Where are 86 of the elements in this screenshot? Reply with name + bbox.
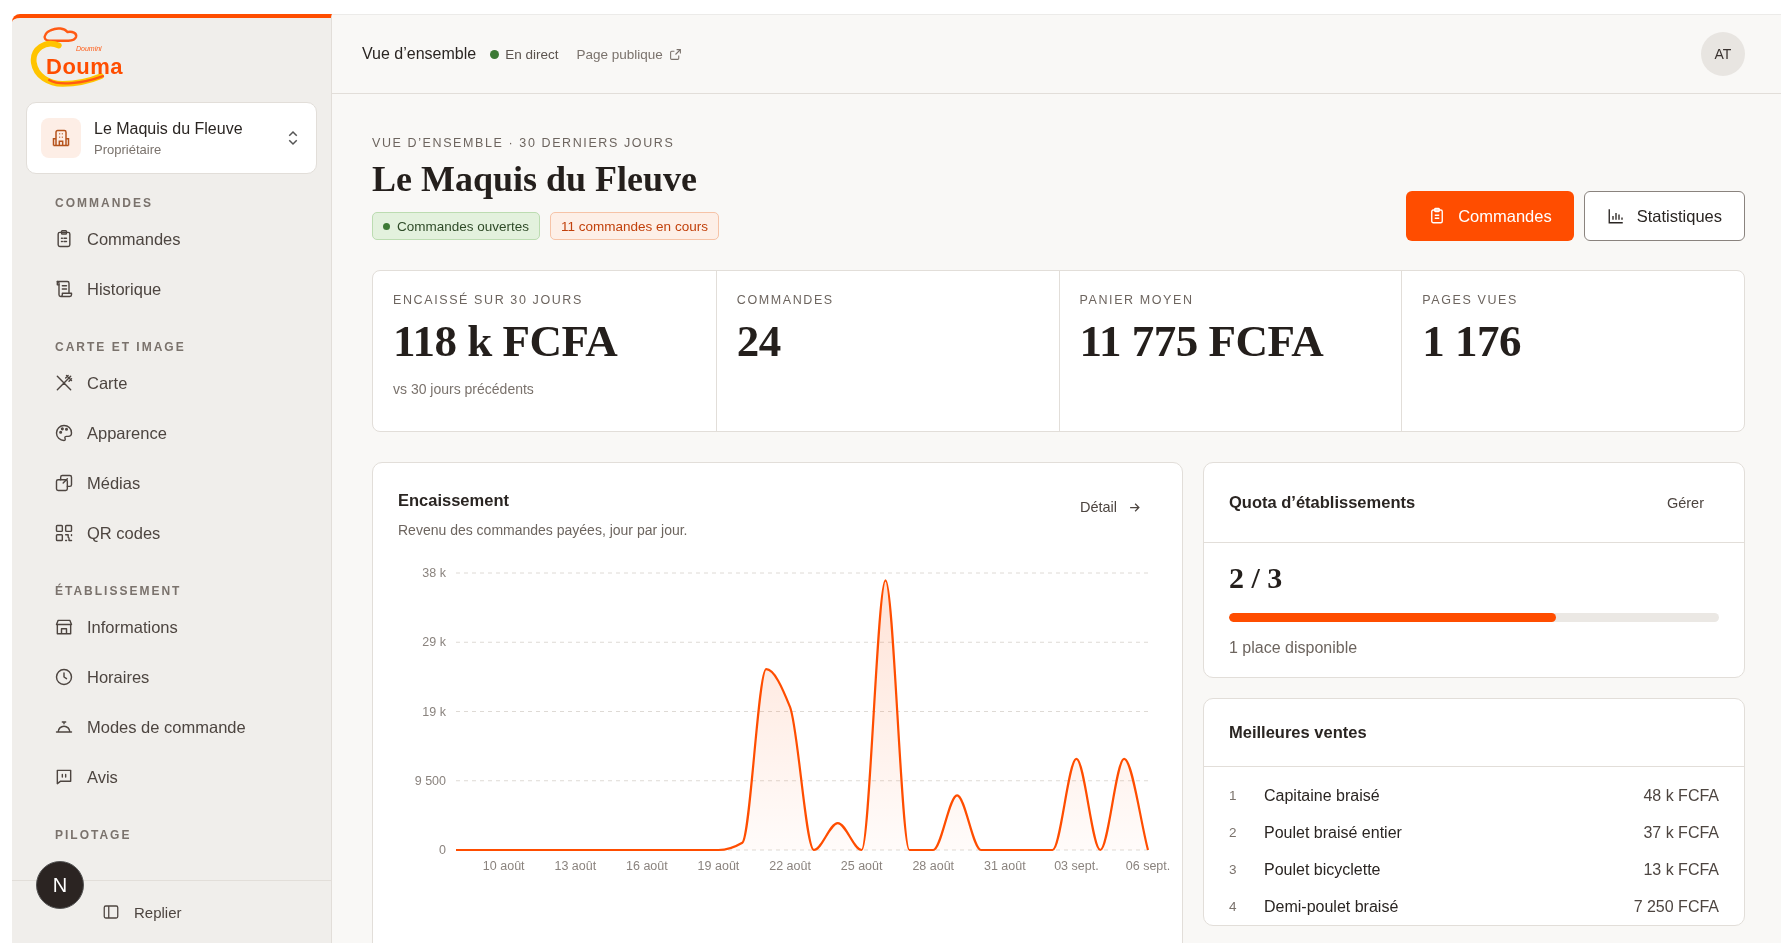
x-axis-label: 25 août [840,859,883,873]
sidebar-item[interactable]: QR codes [26,512,317,554]
dev-tools-badge[interactable]: N [36,861,84,909]
eyebrow-text: VUE D’ENSEMBLE · 30 DERNIERS JOURS [372,136,676,150]
card-subtitle: Revenu des commandes payées, jour par jour. [398,522,688,538]
palette-icon [54,423,74,443]
sales-amount: 13 k FCFA [1643,860,1719,879]
quota-note: 1 place disponible [1229,639,1359,657]
collapse-button[interactable]: Replier [96,902,188,922]
rank-number: 4 [1229,899,1238,914]
product-name: Capitaine braisé [1264,786,1381,805]
stat-label: PANIER MOYEN [1079,293,1195,307]
sidebar-item[interactable]: Informations [26,606,317,648]
stat-value: 1 176 [1422,315,1522,367]
stat-value: 24 [736,315,782,367]
logo-text: Douma [46,54,124,80]
sidebar-item[interactable]: Médias [26,462,317,504]
store-icon [54,617,74,637]
section-heading: CARTE ET IMAGE [54,340,187,354]
sidebar-item[interactable]: Carte [26,362,317,404]
rank-number: 2 [1229,825,1238,840]
establishment-name: Le Maquis du Fleuve [94,119,244,138]
sidebar-item[interactable]: Modes de commande [26,706,317,748]
x-axis-label: 06 sept. [1125,859,1171,873]
statistics-button[interactable]: Statistiques [1583,191,1745,241]
stat-value: 11 775 FCFA [1079,315,1325,367]
card-title: Meilleures ventes [1229,723,1367,742]
x-axis-label: 16 août [626,859,668,873]
clipboard-icon [54,229,74,249]
sidebar-item[interactable]: Commandes [26,218,317,260]
sales-amount: 7 250 FCFA [1633,897,1719,916]
card-title: Quota d’établissements [1229,493,1416,512]
page-title: Vue d’ensemble [362,45,477,63]
establishment-switcher[interactable]: Le Maquis du Fleuve Propriétaire [26,102,317,174]
building-icon [41,118,81,158]
x-axis-label: 31 août [983,859,1026,873]
sidebar-item[interactable]: Horaires [26,656,317,698]
establishment-role: Propriétaire [94,141,163,157]
image-icon [54,473,74,493]
y-axis-label: 9 500 [414,773,446,788]
status-label: En direct [505,46,559,62]
status-badge: Commandes ouvertes [372,212,541,240]
product-name: Poulet braisé entier [1264,823,1403,842]
sales-amount: 48 k FCFA [1643,786,1719,805]
section-heading: COMMANDES [54,196,154,210]
bar-chart-icon [1606,207,1625,225]
qr-code-icon [54,523,74,543]
scroll-icon [54,279,74,299]
x-axis-label: 28 août [912,859,955,873]
sidebar-item[interactable]: Avis [26,756,317,798]
rank-number: 3 [1229,862,1238,877]
sidebar-panel-icon [102,903,120,921]
y-axis-label: 29 k [422,635,446,650]
count-badge: 11 commandes en cours [550,212,719,240]
product-name: Demi-poulet braisé [1264,897,1400,916]
utensils-icon [54,373,74,393]
y-axis-label: 38 k [422,566,446,580]
quote-icon [54,767,74,787]
section-heading: PILOTAGE [54,828,133,842]
avatar-button[interactable]: AT [1701,32,1745,76]
x-axis-label: 19 août [697,859,740,873]
rank-number: 1 [1229,788,1238,803]
clock-icon [54,667,74,687]
stat-note: vs 30 jours précédents [393,381,535,397]
external-link-icon [668,47,682,61]
stat-value: 118 k FCFA [393,315,619,367]
sales-amount: 37 k FCFA [1643,823,1719,842]
y-axis-label: 0 [439,843,446,857]
manage-link[interactable]: Gérer [1666,494,1704,511]
stat-label: PAGES VUES [1422,293,1519,307]
quota-value: 2 / 3 [1229,561,1284,595]
stat-label: COMMANDES [736,293,835,307]
sidebar-item[interactable]: Apparence [26,412,317,454]
detail-link[interactable]: Détail [1079,497,1142,517]
y-axis-label: 19 k [422,704,446,719]
public-page-link[interactable]: Page publique [576,46,682,62]
restaurant-title: Le Maquis du Fleuve [372,158,699,200]
section-heading: ÉTABLISSEMENT [54,584,183,598]
x-axis-label: 13 août [554,859,597,873]
product-name: Poulet bicyclette [1264,860,1382,879]
x-axis-label: 22 août [769,859,811,873]
sidebar-item[interactable]: Historique [26,268,317,310]
x-axis-label: 10 août [482,859,525,873]
card-title: Encaissement [398,491,510,510]
stat-label: ENCAISSÉ SUR 30 JOURS [393,293,584,307]
x-axis-label: 03 sept. [1054,859,1099,873]
